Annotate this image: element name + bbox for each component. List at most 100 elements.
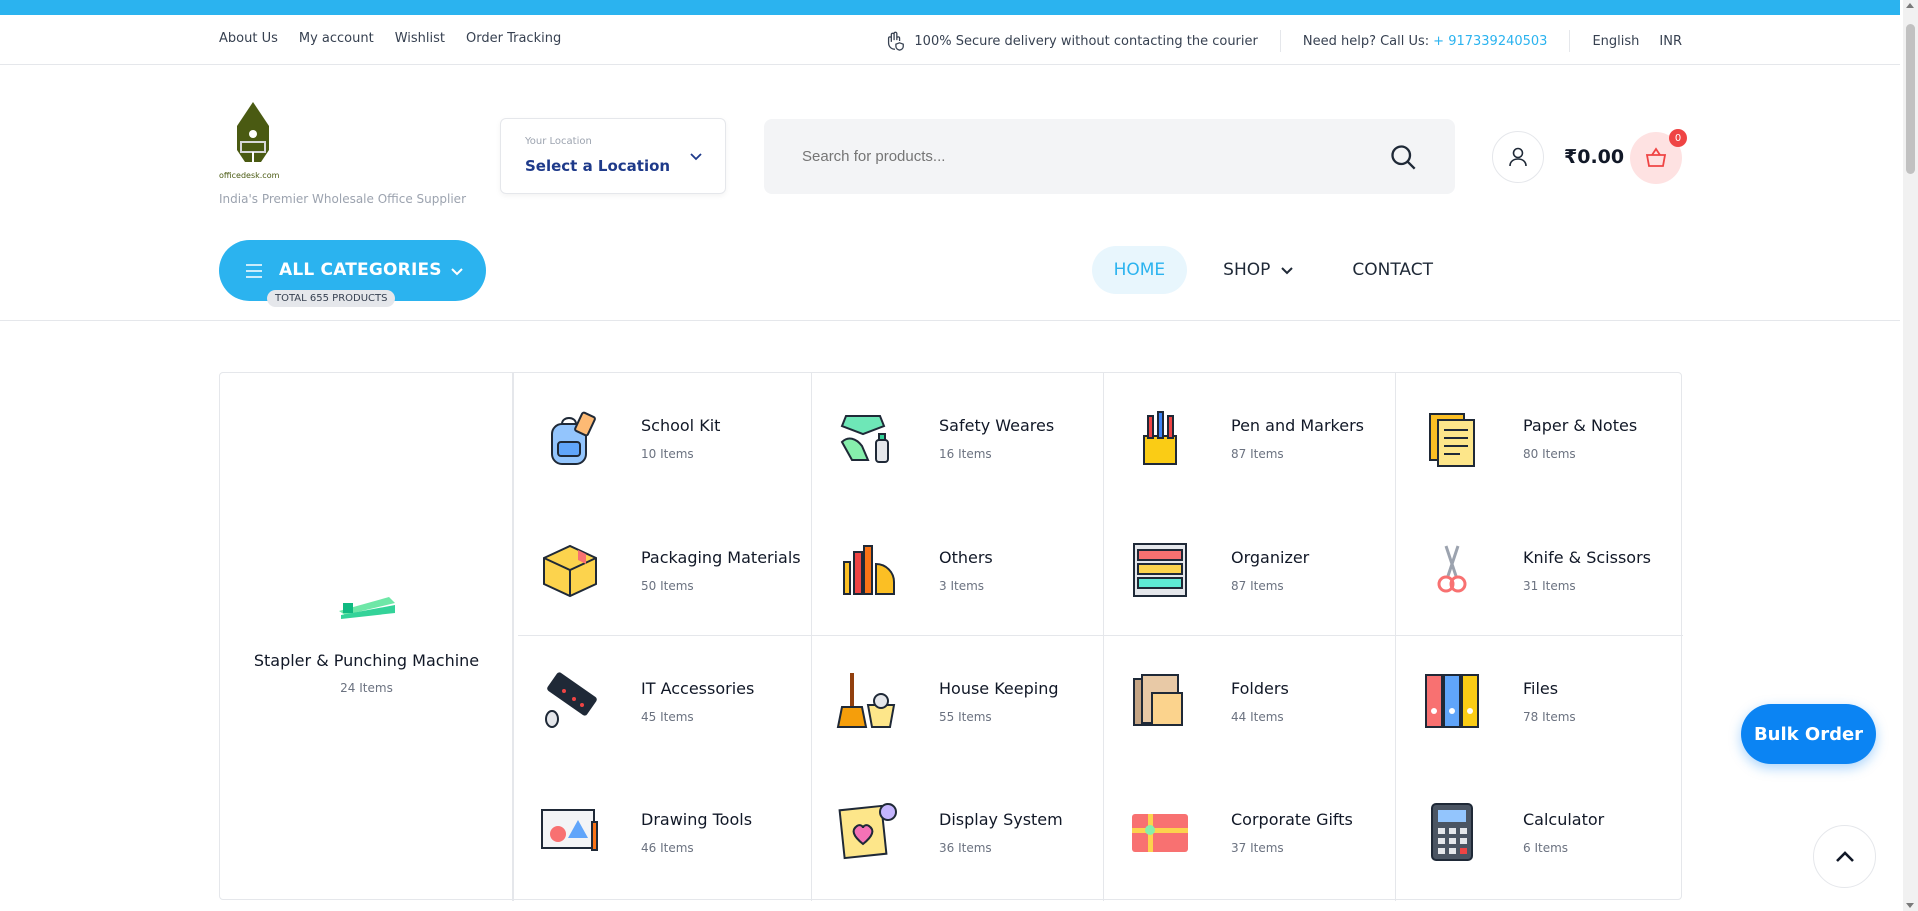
category-name: Packaging Materials	[641, 547, 801, 567]
category-count: 55 Items	[939, 709, 992, 724]
nav-home[interactable]: HOME	[1091, 246, 1188, 294]
category-count: 36 Items	[939, 840, 992, 855]
category-school-kit[interactable]: School Kit 10 Items	[513, 395, 811, 481]
bulk-order-button[interactable]: Bulk Order	[1741, 704, 1876, 764]
category-name: Others	[939, 547, 993, 567]
category-files[interactable]: Files 78 Items	[1395, 658, 1683, 744]
order-tracking-link[interactable]: Order Tracking	[466, 31, 561, 46]
my-account-link[interactable]: My account	[299, 31, 374, 46]
category-name: Files	[1523, 678, 1559, 698]
scrollbar-thumb[interactable]	[1906, 24, 1915, 174]
category-display-system[interactable]: Display System 36 Items	[811, 789, 1103, 875]
category-calculator[interactable]: Calculator 6 Items	[1395, 789, 1683, 875]
gift-card-icon	[1132, 814, 1188, 852]
category-name: Folders	[1231, 678, 1289, 698]
all-categories-button[interactable]: ALL CATEGORIES TOTAL 655 PRODUCTS	[219, 240, 486, 307]
top-utility-bar: About Us My account Wishlist Order Track…	[0, 15, 1900, 65]
category-paper-notes[interactable]: Paper & Notes 80 Items	[1395, 395, 1683, 481]
about-us-link[interactable]: About Us	[219, 31, 278, 46]
user-icon	[1509, 147, 1527, 167]
scissors-icon	[1437, 545, 1467, 593]
pen-holder-icon	[1143, 411, 1177, 465]
shopping-basket-icon	[1645, 147, 1667, 167]
nav-contact[interactable]: CONTACT	[1330, 246, 1455, 294]
category-name: Drawing Tools	[641, 809, 753, 829]
page-scrollbar[interactable]	[1903, 0, 1918, 911]
language-selector[interactable]: English	[1592, 34, 1639, 49]
category-count: 37 Items	[1231, 840, 1284, 855]
category-packaging-materials[interactable]: Packaging Materials 50 Items	[513, 527, 811, 613]
heart-board-icon	[838, 803, 897, 860]
nav-shop-label: SHOP	[1223, 260, 1271, 280]
category-count: 50 Items	[641, 578, 694, 593]
hand-shield-icon	[888, 31, 905, 51]
all-categories-label: ALL CATEGORIES	[279, 260, 442, 280]
category-grid: School Kit 10 Items Safety Weares 16 Items…	[513, 373, 1683, 901]
paper-icon	[1429, 413, 1475, 467]
main-nav: HOME SHOP CONTACT	[1091, 246, 1455, 294]
nav-contact-label: CONTACT	[1352, 260, 1433, 280]
category-pen-and-markers[interactable]: Pen and Markers 87 Items	[1103, 395, 1395, 481]
nav-home-label: HOME	[1113, 260, 1166, 280]
category-folders[interactable]: Folders 44 Items	[1103, 658, 1395, 744]
phone-link[interactable]: + 917339240503	[1433, 34, 1547, 49]
pen-nib-logo: officedesk.com	[219, 102, 280, 180]
chevron-down-icon	[1281, 267, 1294, 275]
locale-switchers: English INR	[1570, 34, 1682, 49]
category-count: 10 Items	[641, 446, 694, 461]
currency-selector[interactable]: INR	[1659, 34, 1682, 49]
category-count: 87 Items	[1231, 446, 1284, 461]
category-safety-weares[interactable]: Safety Weares 16 Items	[811, 395, 1103, 481]
category-name: Corporate Gifts	[1231, 809, 1353, 829]
calculator-icon	[1431, 803, 1473, 861]
chevron-down-icon	[451, 268, 463, 276]
featured-category-name: Stapler & Punching Machine	[253, 651, 480, 670]
top-accent-bar	[0, 0, 1900, 15]
search-bar	[764, 119, 1455, 194]
help-text: Need help? Call Us:	[1302, 33, 1430, 49]
category-drawing-tools[interactable]: Drawing Tools 46 Items	[513, 789, 811, 875]
category-organizer[interactable]: Organizer 87 Items	[1103, 527, 1395, 613]
location-selector[interactable]: Your Location Select a Location	[500, 118, 726, 194]
tray-organizer-icon	[1133, 543, 1187, 597]
category-name: School Kit	[641, 415, 721, 435]
chevron-up-icon	[1835, 850, 1854, 862]
site-tagline: India's Premier Wholesale Office Supplie…	[219, 192, 466, 206]
chevron-down-icon	[690, 153, 702, 161]
category-count: 44 Items	[1231, 709, 1284, 724]
backpack-icon	[551, 411, 596, 465]
drawing-board-icon	[541, 809, 598, 851]
category-count: 78 Items	[1523, 709, 1576, 724]
wishlist-link[interactable]: Wishlist	[395, 31, 445, 46]
account-button[interactable]	[1492, 131, 1544, 183]
scroll-down-arrow[interactable]	[1906, 903, 1914, 908]
category-name: Display System	[939, 809, 1063, 829]
featured-category[interactable]: Stapler & Punching Machine 24 Items	[220, 373, 513, 901]
search-input[interactable]	[802, 143, 1362, 169]
cart-button[interactable]: 0	[1630, 129, 1687, 184]
category-name: Safety Weares	[939, 415, 1055, 435]
help-phone: Need help? Call Us: + 917339240503	[1281, 30, 1571, 52]
category-name: House Keeping	[939, 678, 1059, 698]
site-logo[interactable]: officedesk.com	[219, 102, 304, 184]
category-count: 45 Items	[641, 709, 694, 724]
search-icon[interactable]	[1389, 143, 1417, 171]
category-name: Paper & Notes	[1523, 415, 1638, 435]
category-it-accessories[interactable]: IT Accessories 45 Items	[513, 658, 811, 744]
category-name: Pen and Markers	[1231, 415, 1364, 435]
scroll-to-top-button[interactable]	[1813, 825, 1876, 888]
svg-text:officedesk.com: officedesk.com	[219, 171, 280, 180]
nav-shop[interactable]: SHOP	[1201, 246, 1316, 294]
category-corporate-gifts[interactable]: Corporate Gifts 37 Items	[1103, 789, 1395, 875]
category-house-keeping[interactable]: House Keeping 55 Items	[811, 658, 1103, 744]
category-count: 80 Items	[1523, 446, 1576, 461]
cart-count-badge: 0	[1669, 129, 1687, 147]
scroll-up-arrow[interactable]	[1906, 3, 1914, 8]
category-name: Calculator	[1523, 809, 1605, 829]
menu-icon	[246, 264, 262, 278]
top-right-info: 100% Secure delivery without contacting …	[884, 30, 1682, 52]
category-others[interactable]: Others 3 Items	[811, 527, 1103, 613]
category-knife-scissors[interactable]: Knife & Scissors 31 Items	[1395, 527, 1683, 613]
category-name: Knife & Scissors	[1523, 547, 1651, 567]
box-icon	[543, 544, 597, 598]
